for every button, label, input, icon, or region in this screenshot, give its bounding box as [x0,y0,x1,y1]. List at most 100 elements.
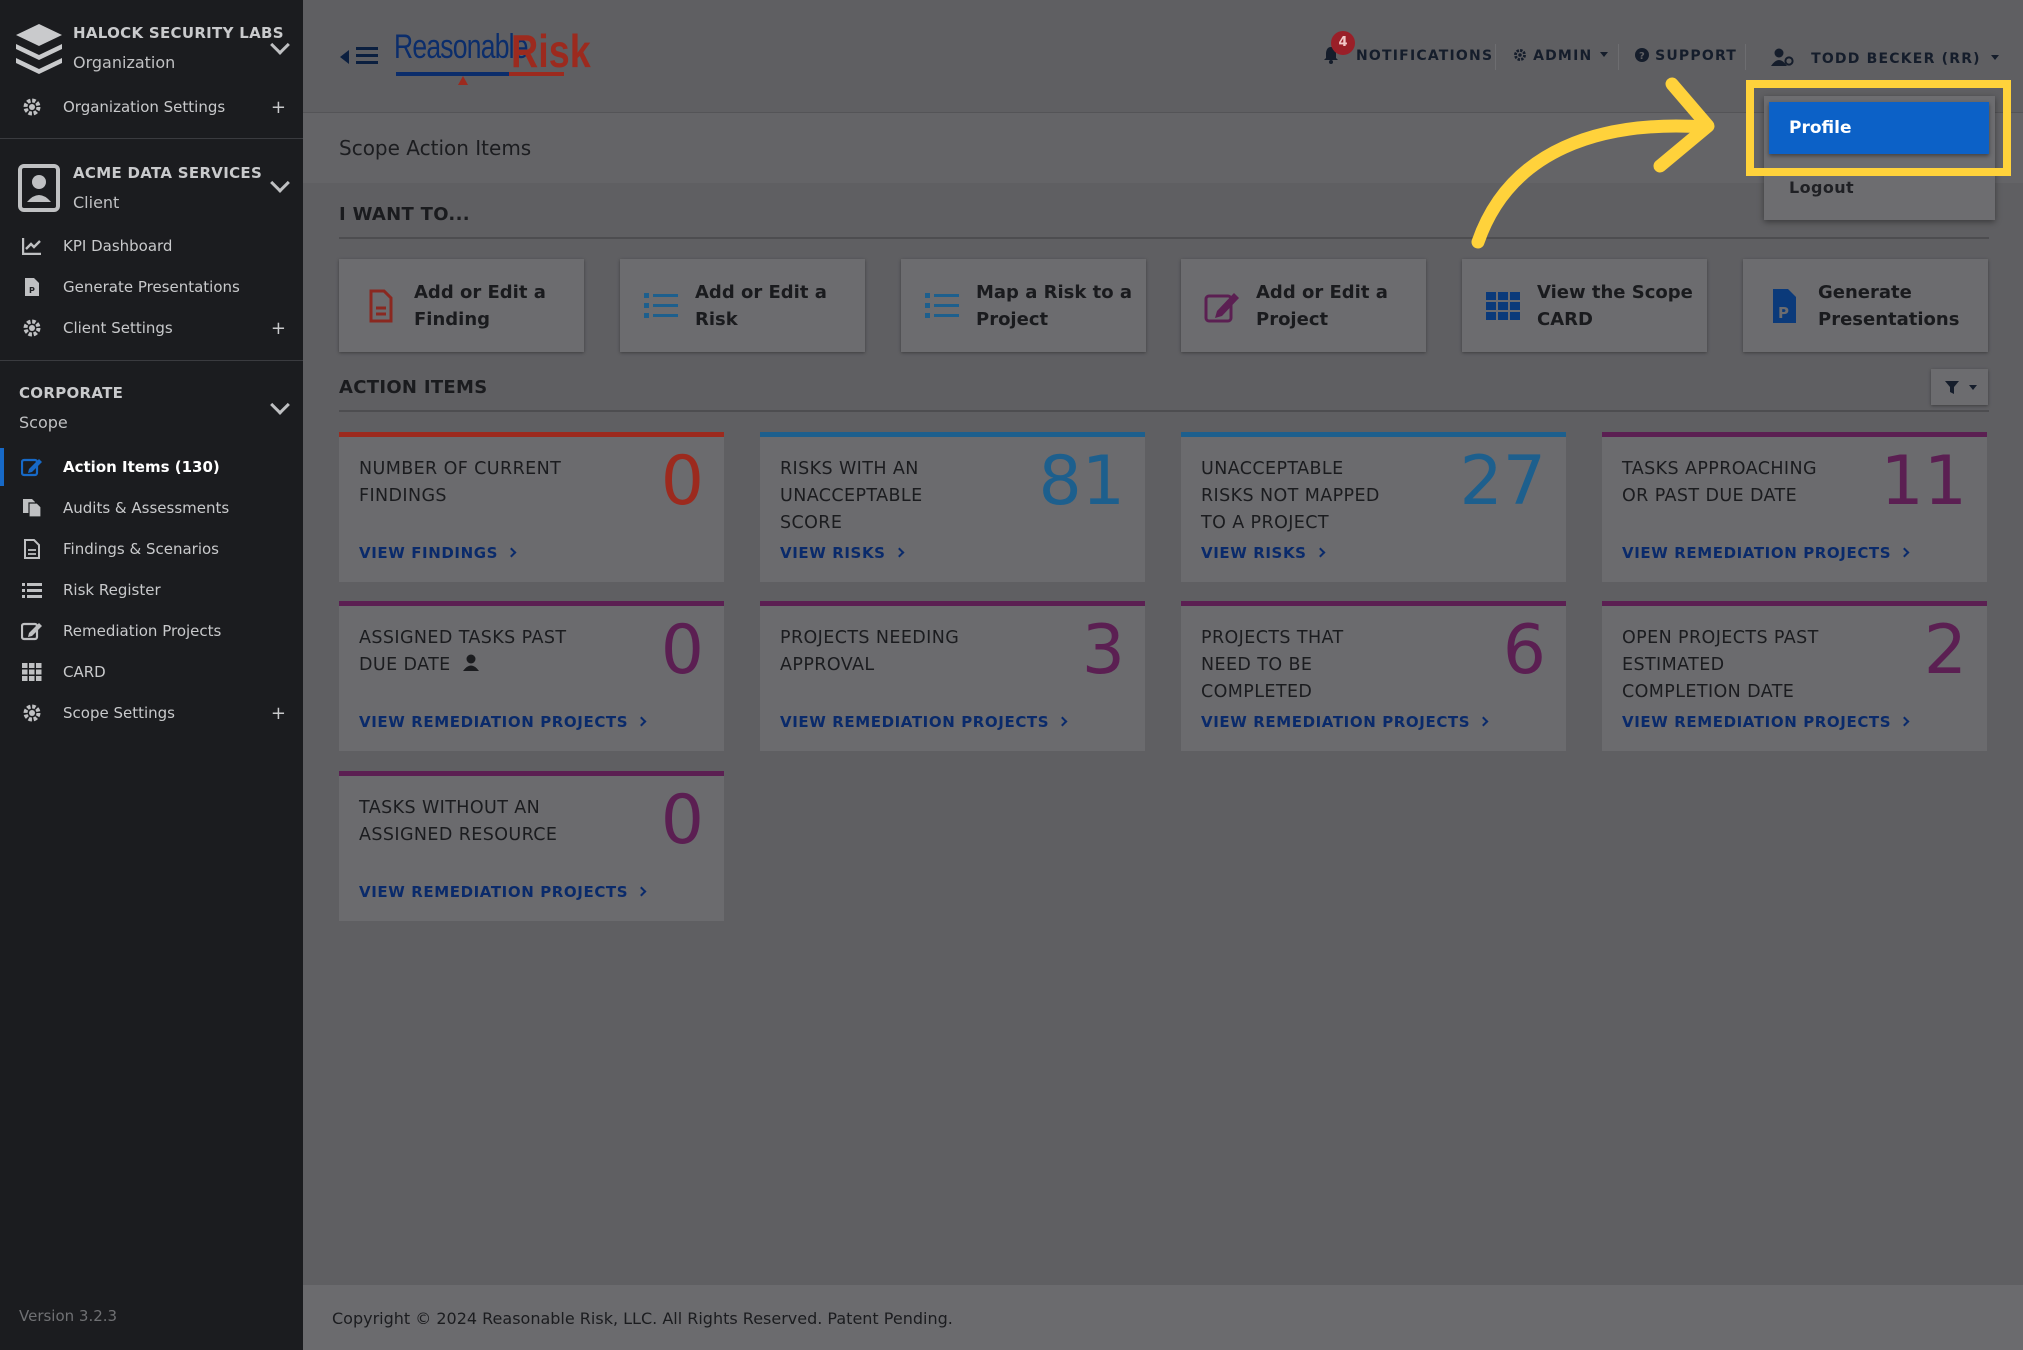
sidebar-item-label: Remediation Projects [63,622,222,640]
card-link[interactable]: VIEW REMEDIATION PROJECTS [1201,713,1489,731]
caret-down-icon [1969,385,1977,390]
expand-plus-icon[interactable]: + [271,318,286,339]
sidebar-item-label: Risk Register [63,581,161,599]
collapse-arrow-icon[interactable] [340,50,349,64]
logo-triangle [458,76,468,85]
quick-action-add-edit-finding[interactable]: Add or Edit a Finding [339,259,584,352]
support-label: SUPPORT [1655,48,1738,64]
logo-text-reasonable: Reasonable [394,28,529,66]
quick-action-add-edit-risk[interactable]: Add or Edit a Risk [620,259,865,352]
sidebar-item-card[interactable]: CARD [0,653,303,691]
section-title-i-want-to: I WANT TO... [339,204,470,225]
filter-button[interactable] [1931,369,1988,405]
file-icon [369,289,393,323]
list-icon [21,579,43,601]
card-link-label: VIEW REMEDIATION PROJECTS [1201,713,1471,731]
sidebar-item-findings-scenarios[interactable]: Findings & Scenarios [0,530,303,568]
divider [0,138,303,139]
scope-switcher[interactable]: CORPORATE Scope [0,370,303,445]
sidebar-item-audits-assessments[interactable]: Audits & Assessments [0,489,303,527]
kpi-card-tasks-past-due: TASKS APPROACHING OR PAST DUE DATE 11 VI… [1602,432,1987,582]
card-title: TASKS WITHOUT AN ASSIGNED RESOURCE [359,798,558,845]
user-icon [462,654,479,671]
sidebar-item-risk-register[interactable]: Risk Register [0,571,303,609]
card-value: 3 [1081,611,1125,690]
chevron-right-icon [636,886,647,897]
divider [0,360,303,361]
sidebar-item-label: Audits & Assessments [63,499,230,517]
filter-icon [1945,381,1959,394]
quick-action-label: Generate Presentations [1818,281,1960,330]
quick-action-label: Add or Edit a Project [1256,281,1388,330]
file-icon: P [21,276,43,298]
logo-text-risk: Risk [511,25,591,77]
sidebar-item-remediation-projects[interactable]: Remediation Projects [0,612,303,650]
gear-icon [21,702,43,724]
grid-icon [21,661,43,683]
quick-action-add-edit-project[interactable]: Add or Edit a Project [1181,259,1426,352]
card-link[interactable]: VIEW FINDINGS [359,544,517,562]
notifications-badge: 4 [1331,31,1355,55]
contact-card-icon [18,164,60,212]
card-value: 2 [1923,611,1967,690]
section-title-action-items: ACTION ITEMS [339,377,488,398]
sidebar-item-kpi-dashboard[interactable]: KPI Dashboard [0,227,303,265]
pointer-arrow-icon [1471,77,1715,249]
chevron-down-icon[interactable] [270,173,290,193]
kpi-card-assigned-tasks-past-due: ASSIGNED TASKS PAST DUE DATE 0 VIEW REME… [339,601,724,751]
card-link-label: VIEW RISKS [1201,544,1307,562]
card-title: OPEN PROJECTS PAST ESTIMATED COMPLETION … [1622,628,1819,702]
card-title: UNACCEPTABLE RISKS NOT MAPPED TO A PROJE… [1201,459,1380,533]
kpi-card-projects-needing-approval: PROJECTS NEEDING APPROVAL 3 VIEW REMEDIA… [760,601,1145,751]
card-link[interactable]: VIEW RISKS [1201,544,1326,562]
logout-menu-item[interactable]: Logout [1789,178,1854,197]
sidebar-item-label: CARD [63,663,106,681]
version-label: Version 3.2.3 [19,1307,118,1325]
quick-action-map-risk-to-project[interactable]: Map a Risk to a Project [901,259,1146,352]
kpi-card-risks-not-mapped: UNACCEPTABLE RISKS NOT MAPPED TO A PROJE… [1181,432,1566,582]
user-menu[interactable]: TODD BECKER (RR) [1771,48,1999,67]
sidebar-item-action-items[interactable]: Action Items (130) [0,448,303,486]
expand-plus-icon[interactable]: + [271,703,286,724]
menu-toggle-icon[interactable] [356,47,378,65]
chevron-right-icon [1899,547,1910,558]
sidebar-item-label: Generate Presentations [63,278,240,296]
card-link[interactable]: VIEW REMEDIATION PROJECTS [1622,713,1910,731]
card-link[interactable]: VIEW REMEDIATION PROJECTS [359,713,647,731]
card-link[interactable]: VIEW REMEDIATION PROJECTS [780,713,1068,731]
card-link-label: VIEW REMEDIATION PROJECTS [780,713,1050,731]
card-link[interactable]: VIEW REMEDIATION PROJECTS [1622,544,1910,562]
chevron-down-icon[interactable] [270,395,290,415]
client-switcher[interactable]: ACME DATA SERVICES Client [0,140,303,235]
list-icon [644,293,678,318]
card-top-accent [1181,432,1566,437]
copy-icon [21,497,43,519]
list-icon [925,293,959,318]
quick-action-view-scope-card[interactable]: View the Scope CARD [1462,259,1707,352]
grid-icon [1486,292,1520,320]
chevron-right-icon [1478,716,1489,727]
support-link[interactable]: ? SUPPORT [1635,48,1737,64]
card-title: PROJECTS THAT NEED TO BE COMPLETED [1201,628,1344,702]
user-name: TODD BECKER (RR) [1811,51,1981,67]
client-name: ACME DATA SERVICES [73,164,263,182]
card-link[interactable]: VIEW RISKS [780,544,905,562]
card-value: 6 [1502,611,1546,690]
sidebar-item-generate-presentations[interactable]: P Generate Presentations [0,268,303,306]
sidebar-item-scope-settings[interactable]: Scope Settings + [0,694,303,732]
highlight-box [1746,80,2011,176]
admin-menu[interactable]: ADMIN [1513,48,1609,64]
notifications-link[interactable]: NOTIFICATIONS [1356,48,1493,64]
card-title: PROJECTS NEEDING APPROVAL [780,628,960,675]
sidebar-item-label: KPI Dashboard [63,237,173,255]
card-link[interactable]: VIEW REMEDIATION PROJECTS [359,883,647,901]
sidebar-item-label: Findings & Scenarios [63,540,219,558]
sidebar-item-organization-settings[interactable]: Organization Settings + [0,88,303,126]
logo-underline-accent [509,72,564,76]
org-name: HALOCK SECURITY LABS [73,24,284,42]
card-title: ASSIGNED TASKS PAST DUE DATE [359,625,569,679]
expand-plus-icon[interactable]: + [271,97,286,118]
quick-action-generate-presentations[interactable]: P Generate Presentations [1743,259,1988,352]
logo[interactable]: Reasonable Risk [394,25,591,85]
sidebar-item-client-settings[interactable]: Client Settings + [0,309,303,347]
